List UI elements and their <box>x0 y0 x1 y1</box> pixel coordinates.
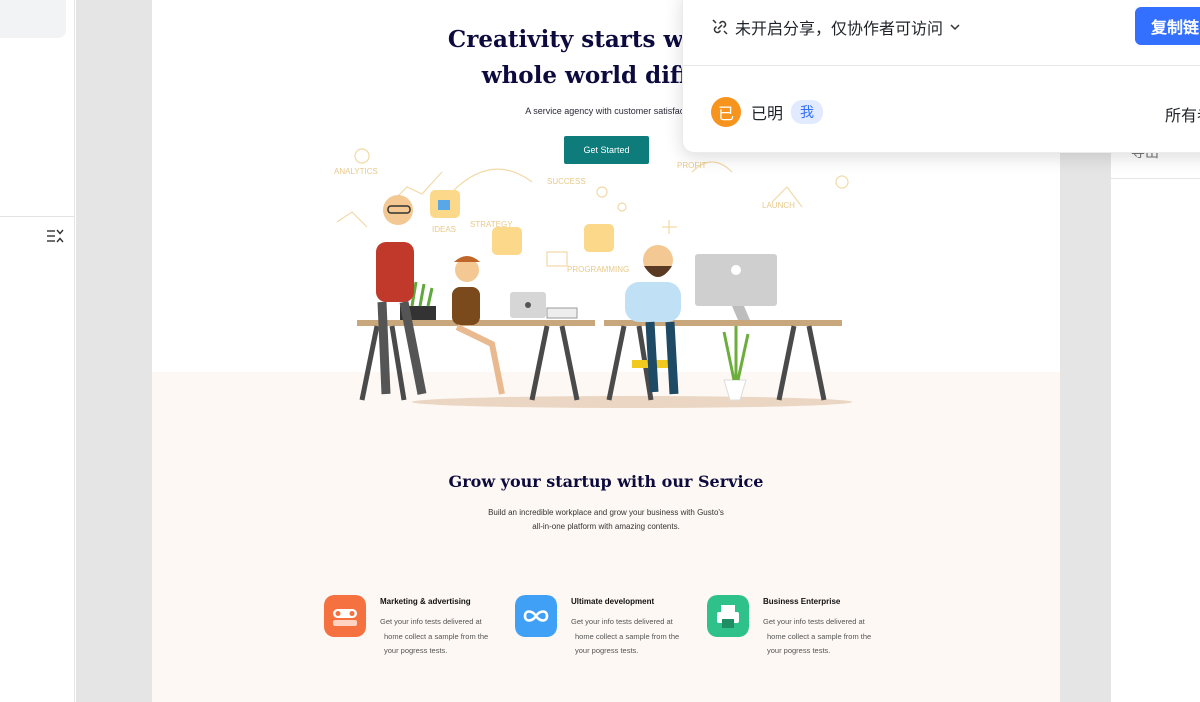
feature-desc-line: Get your info tests delivered at <box>763 617 865 626</box>
feature-desc-line: your pogress tests. <box>767 646 831 655</box>
left-sidebar <box>0 0 75 702</box>
office-team-illustration: ANALYTICS SUCCESS PROFIT LAUNCH PROGRAMM… <box>334 148 852 408</box>
feature-desc-line: Get your info tests delivered at <box>571 617 673 626</box>
feature-description: Get your info tests delivered at home co… <box>763 615 888 659</box>
collaborator-row: 已 已明 我 <box>711 97 824 127</box>
feature-title: Marketing & advertising <box>380 597 471 606</box>
feature-desc-line: your pogress tests. <box>575 646 639 655</box>
share-popover: 未开启分享，仅协作者可访问 复制链 已 已明 我 所有者 <box>682 0 1200 153</box>
copy-link-button[interactable]: 复制链 <box>1135 7 1200 45</box>
services-title: Grow your startup with our Service <box>448 472 764 491</box>
sidebar-selected-item[interactable] <box>0 0 66 38</box>
link-off-icon <box>712 19 728 35</box>
doodle-label-launch: LAUNCH <box>762 201 795 210</box>
chevron-down-icon <box>950 24 960 31</box>
services-subtitle-line-2: all-in-one platform with amazing content… <box>532 522 680 531</box>
share-status-dropdown[interactable]: 未开启分享，仅协作者可访问 <box>711 15 961 39</box>
collapse-outline-icon[interactable] <box>46 228 66 244</box>
doodle-label-success: SUCCESS <box>547 177 586 186</box>
doodle-label-ideas: IDEAS <box>432 225 456 234</box>
permission-label: 所有者 <box>1165 106 1200 125</box>
right-panel-divider <box>1111 178 1200 179</box>
feature-marketing: Marketing & advertising Get your info te… <box>324 594 509 664</box>
feature-desc-line: home collect a sample from the <box>384 631 489 641</box>
me-badge: 我 <box>791 100 824 124</box>
feature-description: Get your info tests delivered at home co… <box>380 615 505 659</box>
printer-icon <box>707 595 749 637</box>
feature-enterprise: Business Enterprise Get your info tests … <box>707 594 892 664</box>
feature-title: Business Enterprise <box>763 597 841 606</box>
avatar: 已 <box>711 97 741 127</box>
sidebar-divider <box>0 216 75 217</box>
toggle-icon <box>324 595 366 637</box>
collaborator-name: 已明 <box>751 104 784 123</box>
share-divider <box>683 65 1200 66</box>
feature-desc-line: home collect a sample from the <box>575 631 680 641</box>
doodle-label-analytics: ANALYTICS <box>334 167 378 176</box>
feature-desc-line: your pogress tests. <box>384 646 448 655</box>
infinity-icon <box>515 595 557 637</box>
services-subtitle-line-1: Build an incredible workplace and grow y… <box>488 508 724 517</box>
feature-title: Ultimate development <box>571 597 655 606</box>
feature-desc-line: home collect a sample from the <box>767 631 872 641</box>
feature-desc-line: Get your info tests delivered at <box>380 617 482 626</box>
services-subtitle: Build an incredible workplace and grow y… <box>152 506 1060 534</box>
feature-development: Ultimate development Get your info tests… <box>515 594 700 664</box>
share-status-text: 未开启分享，仅协作者可访问 <box>735 19 944 38</box>
doodle-label-programming: PROGRAMMING <box>567 265 629 274</box>
feature-description: Get your info tests delivered at home co… <box>571 615 696 659</box>
doodle-label-profit: PROFIT <box>677 161 706 170</box>
